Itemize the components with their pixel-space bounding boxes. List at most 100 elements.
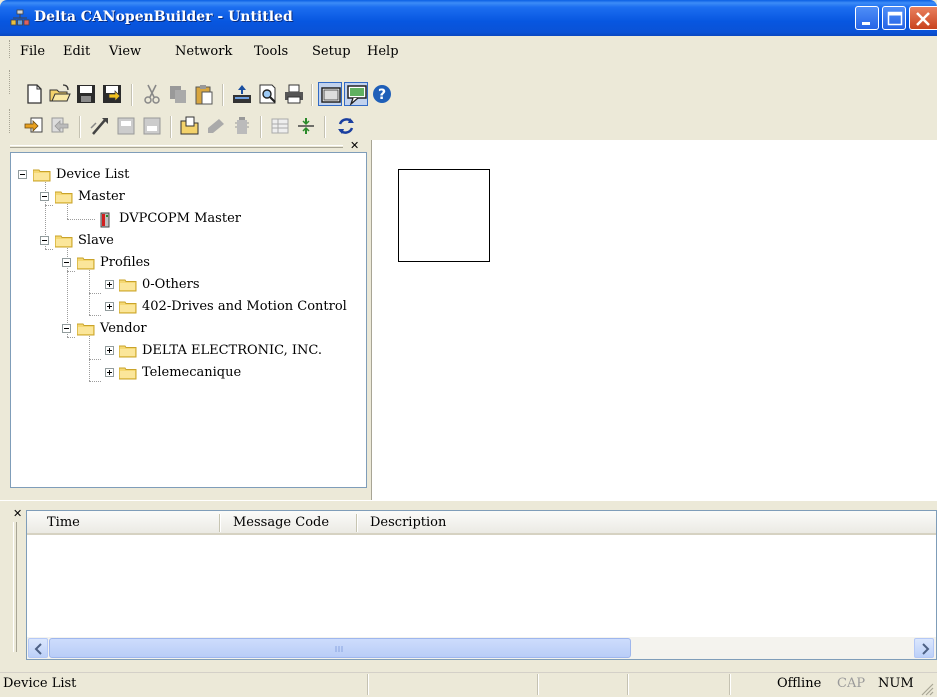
open-button[interactable]	[48, 82, 72, 106]
horizontal-scrollbar[interactable]	[27, 637, 936, 659]
menu-tools[interactable]: Tools	[254, 44, 288, 59]
upload-device-icon	[143, 117, 161, 135]
menubar-grip[interactable]	[9, 40, 12, 58]
open-profile-button[interactable]	[178, 114, 202, 138]
help-button[interactable]: ?	[370, 82, 394, 106]
menu-tools-label: Tools	[254, 44, 289, 59]
menu-edit[interactable]: Edit	[63, 44, 90, 59]
tree-item-vendor[interactable]: Vendor	[100, 321, 147, 337]
message-pane-grip[interactable]	[13, 522, 17, 652]
device-list-view-button[interactable]	[318, 82, 342, 106]
toolbar-grip[interactable]	[9, 70, 12, 94]
edit-profile-button[interactable]	[204, 114, 228, 138]
toolbar-separator	[79, 116, 81, 138]
help-icon: ?	[373, 85, 391, 103]
tree-item-device-list[interactable]: Device List	[56, 167, 129, 183]
upload-device-button[interactable]	[140, 114, 164, 138]
cut-button[interactable]	[140, 82, 164, 106]
toolbar-separator	[170, 116, 172, 138]
paste-icon	[195, 85, 213, 105]
folder-icon	[119, 345, 137, 358]
copy-button[interactable]	[166, 82, 190, 106]
menu-view[interactable]: View	[109, 44, 141, 59]
window-title: Delta CANopenBuilder - Untitled	[34, 9, 293, 25]
folder-icon	[77, 257, 95, 270]
folder-icon	[55, 235, 73, 248]
offline-icon	[51, 117, 69, 133]
menu-setup[interactable]: Setup	[312, 44, 351, 59]
scroll-thumb[interactable]	[49, 638, 631, 658]
toolbar-separator	[311, 84, 313, 106]
column-description[interactable]: Description	[370, 515, 446, 530]
message-list[interactable]: Time Message Code Description	[26, 510, 937, 660]
pane-grip[interactable]	[10, 145, 343, 148]
minimize-button[interactable]	[855, 6, 879, 30]
tree-item-0-others[interactable]: 0-Others	[142, 277, 200, 293]
connect-icon	[298, 118, 314, 134]
scroll-right-button[interactable]	[914, 638, 934, 658]
message-list-header: Time Message Code Description	[27, 511, 936, 535]
connect-button[interactable]	[294, 114, 318, 138]
expand-toggle[interactable]	[105, 302, 114, 311]
refresh-button[interactable]	[334, 114, 358, 138]
expand-toggle[interactable]	[105, 346, 114, 355]
print-button[interactable]	[282, 82, 306, 106]
tree-item-profiles[interactable]: Profiles	[100, 255, 150, 271]
pane-splitter[interactable]	[0, 500, 937, 506]
tree-item-master[interactable]: Master	[78, 189, 125, 205]
collapse-toggle[interactable]	[62, 258, 71, 267]
expand-toggle[interactable]	[105, 280, 114, 289]
title-bar[interactable]: Delta CANopenBuilder - Untitled	[0, 0, 937, 36]
close-pane-icon[interactable]: ✕	[350, 139, 359, 152]
tree-item-delta-electronic[interactable]: DELTA ELECTRONIC, INC.	[142, 343, 322, 359]
column-message-code[interactable]: Message Code	[233, 515, 329, 530]
collapse-toggle[interactable]	[62, 324, 71, 333]
svg-text:?: ?	[378, 87, 386, 103]
minimize-icon	[862, 22, 870, 25]
collapse-toggle[interactable]	[40, 192, 49, 201]
tree-item-telemecanique[interactable]: Telemecanique	[142, 365, 241, 381]
menu-view-label: View	[109, 44, 142, 59]
paste-button[interactable]	[192, 82, 216, 106]
tree-item-dvpcopm-master[interactable]: DVPCOPM Master	[119, 211, 241, 227]
online-button[interactable]	[22, 114, 46, 138]
refresh-icon	[338, 118, 354, 134]
table-button[interactable]	[268, 114, 292, 138]
device-tree[interactable]: Device List Master DVPCOPM Master Slave …	[10, 152, 367, 488]
download-button[interactable]	[114, 114, 138, 138]
close-button[interactable]	[909, 6, 937, 30]
upload-button[interactable]	[230, 82, 254, 106]
column-divider[interactable]	[356, 514, 358, 532]
tree-item-402-drives[interactable]: 402-Drives and Motion Control	[142, 299, 347, 315]
folder-icon	[119, 279, 137, 292]
expand-toggle[interactable]	[105, 368, 114, 377]
menu-help[interactable]: Help	[367, 44, 399, 59]
tree-item-slave[interactable]: Slave	[78, 233, 114, 249]
toolbar-grip[interactable]	[9, 109, 12, 133]
maximize-button[interactable]	[882, 6, 906, 30]
column-divider[interactable]	[219, 514, 221, 532]
save-as-button[interactable]	[100, 82, 124, 106]
master-node-box[interactable]	[398, 169, 490, 262]
chevron-right-icon	[922, 643, 930, 655]
status-divider	[729, 674, 731, 695]
folder-icon	[55, 191, 73, 204]
resize-grip-icon[interactable]	[918, 680, 934, 696]
message-view-button[interactable]	[344, 82, 368, 107]
menu-network[interactable]: Network	[175, 44, 232, 59]
collapse-toggle[interactable]	[18, 170, 27, 179]
close-message-pane-icon[interactable]: ✕	[13, 507, 22, 520]
scroll-left-button[interactable]	[28, 638, 48, 658]
save-button[interactable]	[74, 82, 98, 106]
print-preview-button[interactable]	[256, 82, 280, 106]
menu-file[interactable]: File	[20, 44, 45, 59]
open-icon	[49, 84, 71, 102]
delete-device-button[interactable]	[230, 114, 254, 138]
collapse-toggle[interactable]	[40, 236, 49, 245]
scan-network-button[interactable]	[88, 114, 112, 138]
column-time[interactable]: Time	[47, 515, 80, 530]
offline-button[interactable]	[48, 114, 72, 138]
new-button[interactable]	[22, 82, 46, 106]
menu-network-label: Network	[175, 44, 233, 59]
upload-icon	[233, 85, 251, 103]
